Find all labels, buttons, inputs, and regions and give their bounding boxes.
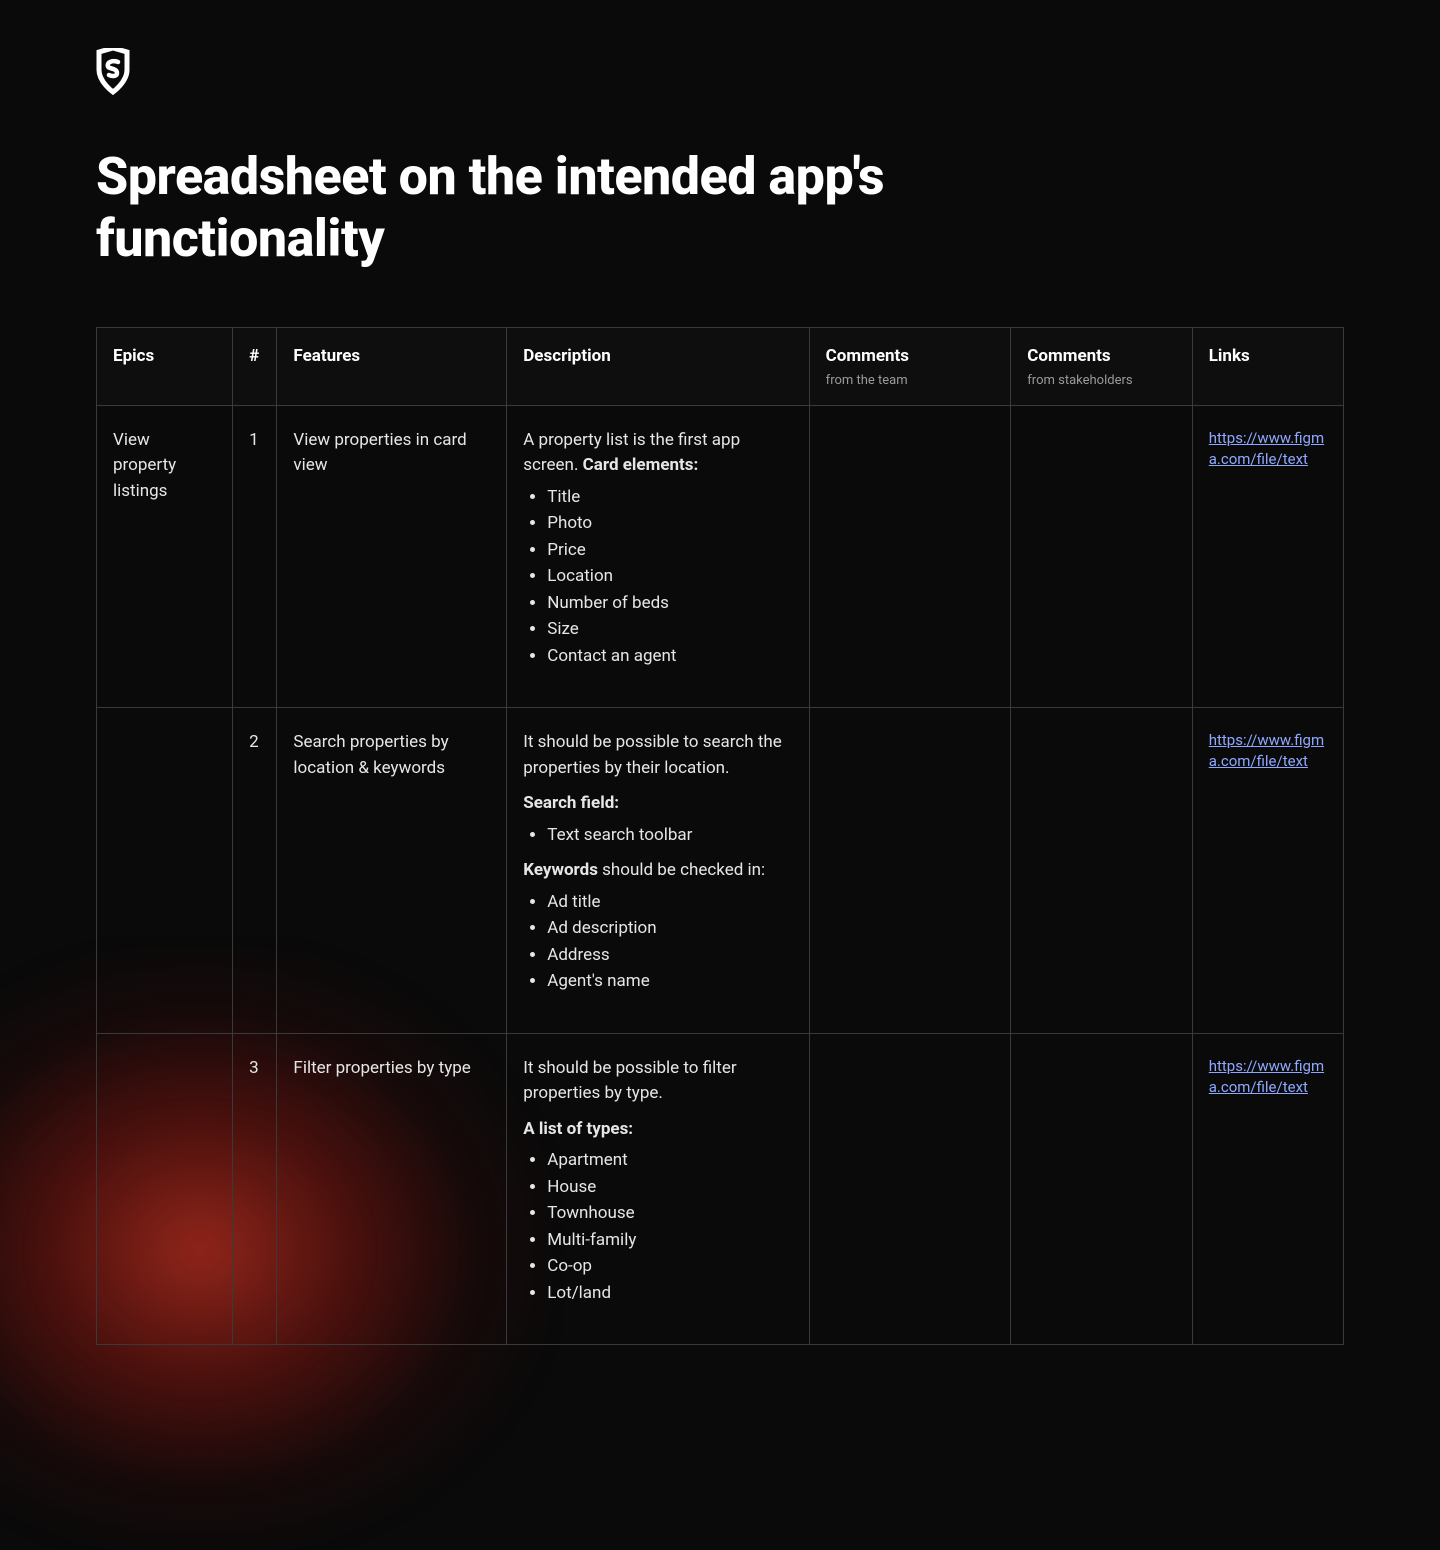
cell-epic — [97, 708, 233, 1034]
cell-comments-stakeholders — [1011, 708, 1192, 1034]
list-item: Text search toolbar — [547, 823, 792, 849]
list-item: Multi-family — [547, 1228, 792, 1254]
cell-comments-team — [809, 1033, 1011, 1345]
cell-description: A property list is the first app screen.… — [507, 405, 809, 708]
desc-label: A list of types: — [523, 1119, 633, 1139]
cell-epic — [97, 1033, 233, 1345]
functionality-table: Epics # Features Description Comments fr… — [96, 327, 1344, 1346]
desc-tail: should be checked in: — [598, 860, 765, 880]
list-item: House — [547, 1175, 792, 1201]
cell-links: https://www.figma.com/file/text — [1192, 708, 1343, 1034]
table-row: 2 Search properties by location & keywor… — [97, 708, 1344, 1034]
desc-list: Text search toolbar — [523, 823, 792, 849]
list-item: Photo — [547, 511, 792, 537]
desc-lead: It should be possible to filter properti… — [523, 1056, 792, 1107]
desc-subhead: Search field: — [523, 793, 619, 813]
table-row: 3 Filter properties by type It should be… — [97, 1033, 1344, 1345]
list-item: Number of beds — [547, 591, 792, 617]
col-comments-team-sub: from the team — [826, 371, 995, 391]
cell-comments-team — [809, 708, 1011, 1034]
list-item: Address — [547, 943, 792, 969]
cell-number: 1 — [233, 405, 277, 708]
col-description: Description — [507, 327, 809, 405]
cell-description: It should be possible to search the prop… — [507, 708, 809, 1034]
cell-feature: Filter properties by type — [277, 1033, 507, 1345]
figma-link[interactable]: https://www.figma.com/file/text — [1209, 1056, 1327, 1098]
desc-list: Ad title Ad description Address Agent's … — [523, 890, 792, 995]
cell-links: https://www.figma.com/file/text — [1192, 405, 1343, 708]
cell-feature: Search properties by location & keywords — [277, 708, 507, 1034]
list-item: Contact an agent — [547, 644, 792, 670]
col-comments-stake-label: Comments — [1027, 346, 1110, 366]
col-comments-team-label: Comments — [826, 346, 909, 366]
cell-comments-team — [809, 405, 1011, 708]
desc-label: Card elements: — [583, 455, 699, 475]
figma-link[interactable]: https://www.figma.com/file/text — [1209, 730, 1327, 772]
list-item: Price — [547, 538, 792, 564]
cell-feature: View properties in card view — [277, 405, 507, 708]
col-features: Features — [277, 327, 507, 405]
desc-subhead: Keywords — [523, 860, 598, 880]
brand-logo — [96, 48, 130, 96]
page-container: Spreadsheet on the intended app's functi… — [0, 0, 1440, 1405]
cell-description: It should be possible to filter properti… — [507, 1033, 809, 1345]
list-item: Agent's name — [547, 969, 792, 995]
cell-epic: View property listings — [97, 405, 233, 708]
desc-list: Apartment House Townhouse Multi-family C… — [523, 1148, 792, 1306]
cell-number: 2 — [233, 708, 277, 1034]
col-comments-stake-sub: from stakeholders — [1027, 371, 1175, 391]
table-row: View property listings 1 View properties… — [97, 405, 1344, 708]
cell-number: 3 — [233, 1033, 277, 1345]
col-comments-team: Comments from the team — [809, 327, 1011, 405]
list-item: Ad description — [547, 916, 792, 942]
list-item: Location — [547, 564, 792, 590]
list-item: Ad title — [547, 890, 792, 916]
list-item: Size — [547, 617, 792, 643]
cell-comments-stakeholders — [1011, 405, 1192, 708]
list-item: Title — [547, 485, 792, 511]
list-item: Townhouse — [547, 1201, 792, 1227]
cell-links: https://www.figma.com/file/text — [1192, 1033, 1343, 1345]
list-item: Lot/land — [547, 1281, 792, 1307]
desc-lead: It should be possible to search the prop… — [523, 730, 792, 781]
desc-list: Title Photo Price Location Number of bed… — [523, 485, 792, 670]
col-number: # — [233, 327, 277, 405]
figma-link[interactable]: https://www.figma.com/file/text — [1209, 428, 1327, 470]
col-comments-stakeholders: Comments from stakeholders — [1011, 327, 1192, 405]
cell-comments-stakeholders — [1011, 1033, 1192, 1345]
list-item: Co-op — [547, 1254, 792, 1280]
page-title: Spreadsheet on the intended app's functi… — [96, 146, 996, 271]
list-item: Apartment — [547, 1148, 792, 1174]
col-epics: Epics — [97, 327, 233, 405]
col-links: Links — [1192, 327, 1343, 405]
table-header-row: Epics # Features Description Comments fr… — [97, 327, 1344, 405]
